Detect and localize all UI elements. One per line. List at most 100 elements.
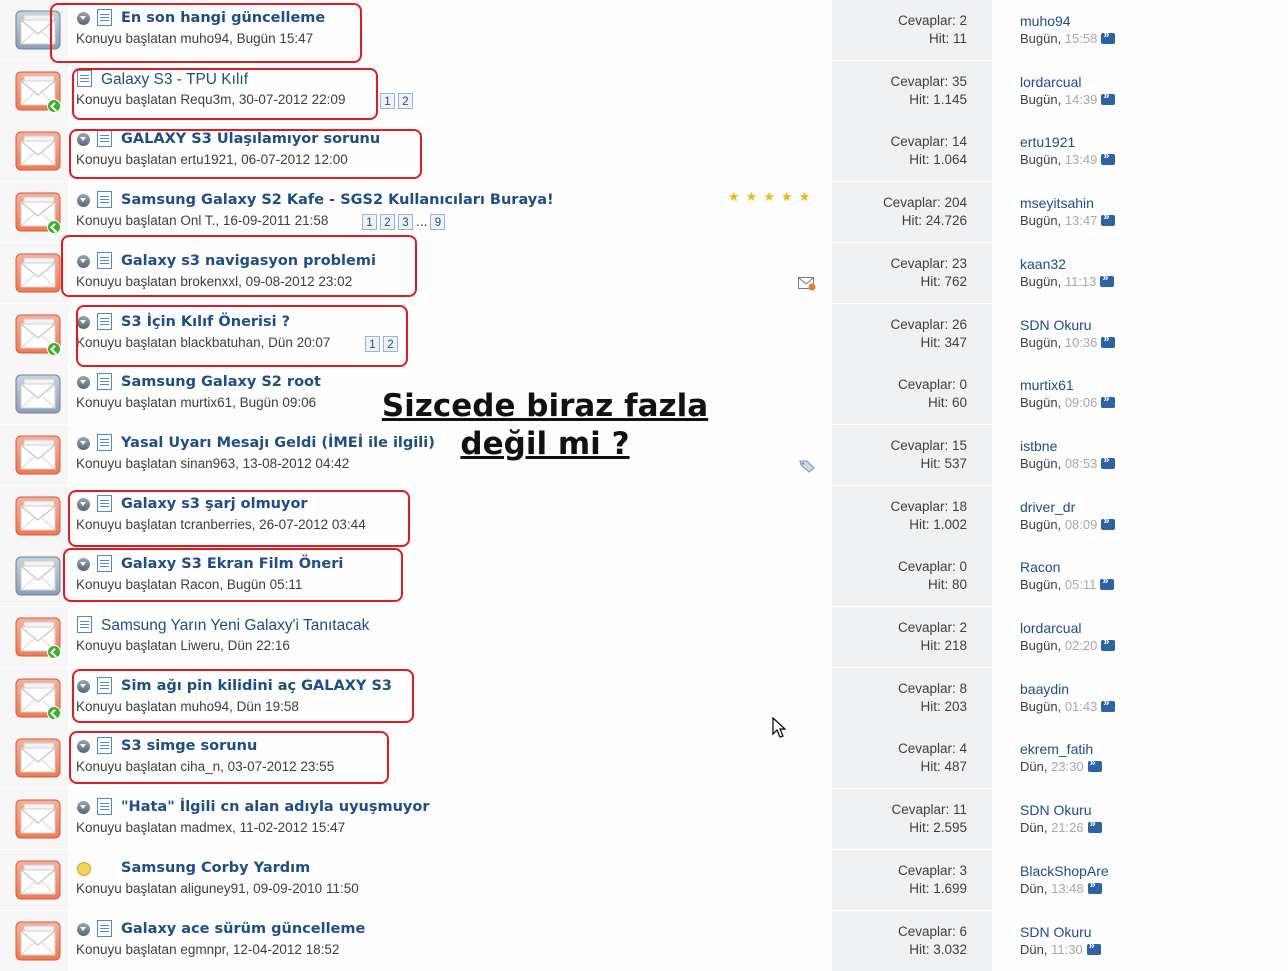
thread-title-link[interactable]: En son hangi güncelleme: [121, 10, 325, 26]
replies-count: Cevaplar: 14: [890, 134, 967, 149]
thread-row[interactable]: Galaxy S3 Ekran Film Öneri Konuyu başlata…: [0, 546, 1288, 606]
thread-status-cell: [0, 789, 68, 849]
goto-last-post-icon[interactable]: [1101, 90, 1116, 105]
thread-title-link[interactable]: Galaxy s3 şarj olmuyor: [121, 496, 308, 512]
page-link[interactable]: 2: [383, 336, 398, 352]
page-link[interactable]: 2: [398, 93, 413, 109]
thread-title-link[interactable]: Galaxy ace sürüm güncelleme: [121, 921, 365, 937]
thread-title-link[interactable]: Galaxy S3 - TPU Kılıf: [101, 71, 248, 89]
thread-title-link[interactable]: Samsung Yarın Yeni Galaxy'i Tanıtacak: [101, 617, 369, 635]
thread-row[interactable]: Samsung Galaxy S2 Kafe - SGS2 Kullanıcıl…: [0, 182, 1288, 242]
last-poster-link[interactable]: SDN Okuru: [1020, 317, 1092, 333]
thread-row[interactable]: En son hangi güncelleme Konuyu başlatan m…: [0, 0, 1288, 60]
thread-menu-arrow-icon[interactable]: [77, 740, 90, 753]
thread-row[interactable]: Samsung Corby Yardım Konuyu başlatan alig…: [0, 850, 1288, 910]
replies-count: Cevaplar: 0: [897, 559, 967, 574]
last-post-day: Dün,: [1020, 881, 1048, 896]
last-poster-link[interactable]: driver_dr: [1020, 499, 1075, 515]
last-poster-link[interactable]: BlackShopAre: [1020, 863, 1109, 879]
goto-last-post-icon[interactable]: [1101, 211, 1116, 226]
page-link[interactable]: 9: [430, 214, 446, 230]
views-count: Hit: 1.145: [909, 92, 967, 107]
envelope-icon: [15, 799, 61, 839]
last-poster-link[interactable]: mseyitsahin: [1020, 195, 1094, 211]
last-poster-link[interactable]: SDN Okuru: [1020, 802, 1092, 818]
thread-menu-arrow-icon[interactable]: [77, 498, 90, 511]
thread-title-link[interactable]: Galaxy s3 navigasyon problemi: [121, 253, 376, 269]
thread-title-link[interactable]: "Hata" İlgili cn alan adıyla uyuşmuyor: [121, 799, 430, 815]
attachment-mail-icon: [798, 277, 816, 291]
thread-title-link[interactable]: GALAXY S3 Ulaşılamıyor sorunu: [121, 131, 380, 147]
page-link[interactable]: 1: [365, 336, 380, 352]
new-post-arrow-icon[interactable]: [47, 220, 61, 234]
thread-menu-arrow-icon[interactable]: [77, 133, 90, 146]
goto-last-post-icon[interactable]: [1101, 697, 1116, 712]
last-poster-link[interactable]: lordarcual: [1020, 620, 1081, 636]
last-poster-link[interactable]: Racon: [1020, 559, 1060, 575]
thread-row[interactable]: Sim ağı pin kilidini aç GALAXY S3 Konuyu …: [0, 668, 1288, 728]
new-post-arrow-icon[interactable]: [47, 706, 61, 720]
thread-row[interactable]: Samsung Yarın Yeni Galaxy'i Tanıtacak Kon…: [0, 607, 1288, 667]
thread-menu-arrow-icon[interactable]: [77, 680, 90, 693]
page-link[interactable]: 1: [362, 214, 377, 230]
thread-row[interactable]: Galaxy s3 şarj olmuyor Konuyu başlatan tc…: [0, 486, 1288, 546]
last-post-day: Bugün,: [1020, 517, 1062, 532]
thread-title-link[interactable]: Sim ağı pin kilidini aç GALAXY S3: [121, 678, 392, 694]
star-icon: ★: [745, 190, 758, 205]
last-poster-link[interactable]: SDN Okuru: [1020, 924, 1092, 940]
last-poster-link[interactable]: ertu1921: [1020, 134, 1075, 150]
thread-starter-info: Konuyu başlatan madmex, 11-02-2012 15:47: [76, 820, 346, 835]
goto-last-post-icon[interactable]: [1101, 29, 1116, 44]
thread-menu-arrow-icon[interactable]: [77, 316, 90, 329]
thread-menu-arrow-icon[interactable]: [77, 12, 90, 25]
thread-title-link[interactable]: Samsung Corby Yardım: [121, 860, 310, 876]
last-poster-link[interactable]: kaan32: [1020, 256, 1066, 272]
thread-title-link[interactable]: S3 simge sorunu: [121, 738, 257, 754]
annotation-text-line2: değil mi ?: [460, 426, 630, 462]
last-poster-link[interactable]: baaydin: [1020, 681, 1069, 697]
new-post-arrow-icon[interactable]: [47, 99, 61, 113]
goto-last-post-icon[interactable]: [1087, 818, 1102, 833]
last-poster-link[interactable]: lordarcual: [1020, 74, 1081, 90]
goto-last-post-icon[interactable]: [1101, 150, 1116, 165]
thread-row[interactable]: Galaxy S3 - TPU Kılıf Konuyu başlatan Req…: [0, 61, 1288, 121]
envelope-icon: [15, 921, 61, 961]
thread-row[interactable]: Galaxy ace sürüm güncelleme Konuyu başlat…: [0, 911, 1288, 971]
thread-row[interactable]: Galaxy s3 navigasyon problemi Konuyu başl…: [0, 243, 1288, 303]
thread-info-cell: Galaxy s3 şarj olmuyor Konuyu başlatan tc…: [68, 486, 832, 546]
page-link[interactable]: 2: [380, 214, 395, 230]
goto-last-post-icon[interactable]: [1101, 333, 1116, 348]
last-poster-link[interactable]: ekrem_fatih: [1020, 741, 1093, 757]
last-poster-link[interactable]: muho94: [1020, 13, 1071, 29]
thread-menu-arrow-icon[interactable]: [77, 558, 90, 571]
page-link[interactable]: 3: [398, 214, 413, 230]
replies-count: Cevaplar: 3: [897, 863, 967, 878]
mouse-cursor-icon: [772, 717, 786, 738]
goto-last-post-icon[interactable]: [1087, 757, 1102, 772]
thread-menu-arrow-icon[interactable]: [77, 255, 90, 268]
thread-row[interactable]: "Hata" İlgili cn alan adıyla uyuşmuyor Ko…: [0, 789, 1288, 849]
thread-title-link[interactable]: Galaxy S3 Ekran Film Öneri: [121, 556, 343, 572]
thread-row[interactable]: S3 İçin Kılıf Önerisi ? Konuyu başlatan b…: [0, 304, 1288, 364]
page-link[interactable]: 1: [380, 93, 395, 109]
last-post-cell: lordarcual Bugün, 14:39: [992, 61, 1288, 121]
thread-menu-arrow-icon[interactable]: [77, 801, 90, 814]
new-post-arrow-icon[interactable]: [47, 342, 61, 356]
thread-row[interactable]: GALAXY S3 Ulaşılamıyor sorunu Konuyu başl…: [0, 121, 1288, 181]
new-post-arrow-icon[interactable]: [47, 645, 61, 659]
goto-last-post-icon[interactable]: [1087, 879, 1102, 894]
views-count: Hit: 11: [928, 31, 967, 46]
goto-last-post-icon[interactable]: [1100, 575, 1115, 590]
thread-row[interactable]: S3 simge sorunu Konuyu başlatan ciha_n, 0…: [0, 728, 1288, 788]
thread-title-link[interactable]: S3 İçin Kılıf Önerisi ?: [121, 314, 290, 330]
page-links: 12: [365, 336, 398, 353]
goto-last-post-icon[interactable]: [1100, 272, 1115, 287]
goto-last-post-icon[interactable]: [1101, 515, 1116, 530]
goto-last-post-icon[interactable]: [1101, 636, 1116, 651]
thread-menu-arrow-icon[interactable]: [77, 923, 90, 936]
thread-info-cell: Samsung Galaxy S2 Kafe - SGS2 Kullanıcıl…: [68, 182, 832, 242]
goto-last-post-icon[interactable]: [1086, 940, 1101, 955]
thread-title-link[interactable]: Samsung Galaxy S2 Kafe - SGS2 Kullanıcıl…: [121, 192, 554, 208]
thread-menu-arrow-icon[interactable]: [77, 194, 90, 207]
thread-info-cell: Galaxy S3 Ekran Film Öneri Konuyu başlata…: [68, 546, 832, 606]
